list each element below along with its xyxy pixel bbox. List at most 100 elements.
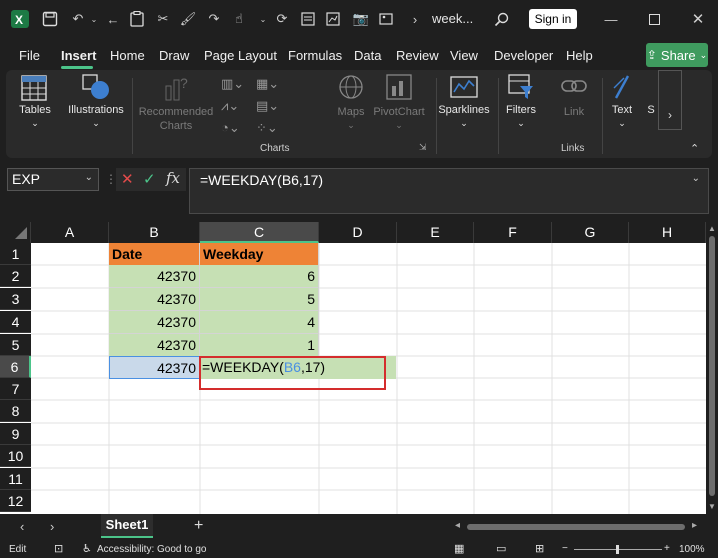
sparklines-icon[interactable] bbox=[450, 74, 478, 100]
form-icon[interactable] bbox=[298, 9, 318, 29]
prev-sheet-icon[interactable]: ‹ bbox=[20, 519, 24, 534]
name-box-dropdown-icon[interactable]: ⌄ bbox=[85, 172, 93, 183]
column-header-f[interactable]: F bbox=[474, 222, 552, 243]
text-icon[interactable] bbox=[610, 74, 634, 100]
refresh-icon[interactable]: ⟳ bbox=[272, 9, 292, 29]
touch-mode-icon[interactable]: ☝ bbox=[229, 9, 249, 29]
scroll-up-icon[interactable]: ▲ bbox=[708, 224, 716, 233]
zoom-out-icon[interactable]: − bbox=[562, 543, 568, 554]
column-header-d[interactable]: D bbox=[319, 222, 397, 243]
camera-icon[interactable]: 📷 bbox=[351, 9, 371, 29]
row-header-6[interactable]: 6 bbox=[0, 356, 31, 378]
hscroll-left-icon[interactable]: ◂ bbox=[455, 520, 460, 531]
undo-dropdown-icon[interactable]: ⌄ bbox=[84, 9, 104, 29]
sheet-tab-sheet1[interactable]: Sheet1 bbox=[101, 514, 153, 538]
row-header-1[interactable]: 1 bbox=[0, 243, 31, 265]
illustrations-icon[interactable] bbox=[81, 73, 111, 101]
scrollbar-thumb[interactable] bbox=[709, 236, 715, 496]
menu-file[interactable]: File bbox=[19, 48, 40, 63]
row-header-11[interactable]: 11 bbox=[0, 468, 31, 490]
menu-developer[interactable]: Developer bbox=[494, 48, 553, 63]
zoom-slider-thumb[interactable] bbox=[616, 545, 619, 554]
page-layout-view-icon[interactable]: ▭ bbox=[496, 542, 506, 555]
search-icon[interactable] bbox=[491, 9, 511, 29]
menu-formulas[interactable]: Formulas bbox=[288, 48, 342, 63]
cell-c5[interactable]: 1 bbox=[200, 334, 319, 357]
redo-icon[interactable]: ↷ bbox=[204, 9, 224, 29]
text-dropdown-icon[interactable]: ⌄ bbox=[604, 117, 640, 130]
filters-icon[interactable] bbox=[508, 74, 534, 100]
hscroll-right-icon[interactable]: ▸ bbox=[692, 520, 697, 531]
menu-view[interactable]: View bbox=[450, 48, 478, 63]
column-header-g[interactable]: G bbox=[552, 222, 629, 243]
insert-function-icon[interactable]: fx bbox=[166, 169, 180, 187]
formula-input[interactable]: =WEEKDAY(B6,17) ⌄ bbox=[189, 168, 709, 214]
text-label[interactable]: Text bbox=[604, 104, 640, 117]
next-sheet-icon[interactable]: › bbox=[50, 519, 54, 534]
menu-home[interactable]: Home bbox=[110, 48, 145, 63]
maximize-icon[interactable] bbox=[644, 9, 664, 29]
column-header-c[interactable]: C bbox=[200, 222, 319, 243]
name-box[interactable]: EXP ⌄ bbox=[7, 168, 99, 191]
menu-review[interactable]: Review bbox=[396, 48, 439, 63]
tables-icon[interactable] bbox=[21, 75, 47, 101]
column-header-b[interactable]: B bbox=[109, 222, 200, 243]
cell-c2[interactable]: 6 bbox=[200, 265, 319, 288]
page-break-view-icon[interactable]: ⊞ bbox=[535, 542, 544, 555]
select-all-corner[interactable] bbox=[0, 222, 31, 243]
cell-b3[interactable]: 42370 bbox=[109, 288, 200, 311]
cell-c1[interactable]: Weekday bbox=[200, 243, 319, 266]
accessibility-icon[interactable]: ♿ bbox=[82, 542, 92, 555]
row-header-12[interactable]: 12 bbox=[0, 490, 31, 512]
cell-b1[interactable]: Date bbox=[109, 243, 200, 266]
symbols-label[interactable]: S bbox=[646, 104, 656, 117]
accessibility-status[interactable]: Accessibility: Good to go bbox=[97, 544, 207, 555]
sign-in-button[interactable]: Sign in bbox=[529, 9, 577, 29]
save-icon[interactable] bbox=[40, 9, 60, 29]
format-painter-icon[interactable]: 🖌 bbox=[178, 9, 198, 29]
zoom-level[interactable]: 100% bbox=[679, 544, 705, 555]
cell-b5[interactable]: 42370 bbox=[109, 334, 200, 357]
minimize-icon[interactable]: — bbox=[601, 9, 621, 29]
menu-insert[interactable]: Insert bbox=[61, 48, 96, 63]
ribbon-scroll-right-button[interactable]: › bbox=[658, 70, 682, 130]
row-header-3[interactable]: 3 bbox=[0, 288, 31, 310]
row-header-8[interactable]: 8 bbox=[0, 400, 31, 422]
cell-c3[interactable]: 5 bbox=[200, 288, 319, 311]
column-header-e[interactable]: E bbox=[397, 222, 474, 243]
chart-icon[interactable] bbox=[323, 9, 343, 29]
sparklines-dropdown-icon[interactable]: ⌄ bbox=[436, 117, 492, 130]
scroll-down-icon[interactable]: ▼ bbox=[708, 502, 716, 511]
paste-icon[interactable] bbox=[127, 9, 147, 29]
more-commands-icon[interactable]: › bbox=[405, 9, 425, 29]
row-header-2[interactable]: 2 bbox=[0, 265, 31, 287]
sparklines-label[interactable]: Sparklines bbox=[436, 104, 492, 117]
normal-view-icon[interactable]: ▦ bbox=[454, 542, 464, 555]
cancel-icon[interactable]: ✕ bbox=[121, 170, 134, 188]
macro-icon[interactable]: ⊡ bbox=[54, 542, 63, 555]
menu-draw[interactable]: Draw bbox=[159, 48, 189, 63]
enter-check-icon[interactable]: ✓ bbox=[143, 170, 156, 188]
cut-icon[interactable]: ✂ bbox=[153, 9, 173, 29]
close-icon[interactable]: ✕ bbox=[688, 9, 708, 29]
add-sheet-icon[interactable]: + bbox=[194, 517, 203, 535]
row-header-10[interactable]: 10 bbox=[0, 445, 31, 467]
column-header-h[interactable]: H bbox=[629, 222, 706, 243]
menu-help[interactable]: Help bbox=[566, 48, 593, 63]
touch-dropdown-icon[interactable]: ⌄ bbox=[253, 9, 273, 29]
expand-formula-bar-icon[interactable]: ⌄ bbox=[692, 173, 700, 184]
row-header-7[interactable]: 7 bbox=[0, 378, 31, 400]
column-header-a[interactable]: A bbox=[31, 222, 109, 243]
row-header-9[interactable]: 9 bbox=[0, 423, 31, 445]
menu-data[interactable]: Data bbox=[354, 48, 381, 63]
zoom-in-icon[interactable]: + bbox=[664, 543, 670, 554]
filters-label[interactable]: Filters bbox=[499, 104, 543, 117]
image-icon[interactable] bbox=[376, 9, 396, 29]
collapse-ribbon-icon[interactable]: ⌃ bbox=[690, 142, 699, 155]
vertical-scrollbar[interactable]: ▲ ▼ bbox=[706, 222, 718, 514]
horizontal-scrollbar-thumb[interactable] bbox=[467, 524, 685, 530]
menu-page-layout[interactable]: Page Layout bbox=[204, 48, 277, 63]
tables-label[interactable]: Tables bbox=[14, 104, 56, 117]
cell-b6[interactable]: 42370 bbox=[109, 356, 200, 379]
row-header-5[interactable]: 5 bbox=[0, 334, 31, 356]
